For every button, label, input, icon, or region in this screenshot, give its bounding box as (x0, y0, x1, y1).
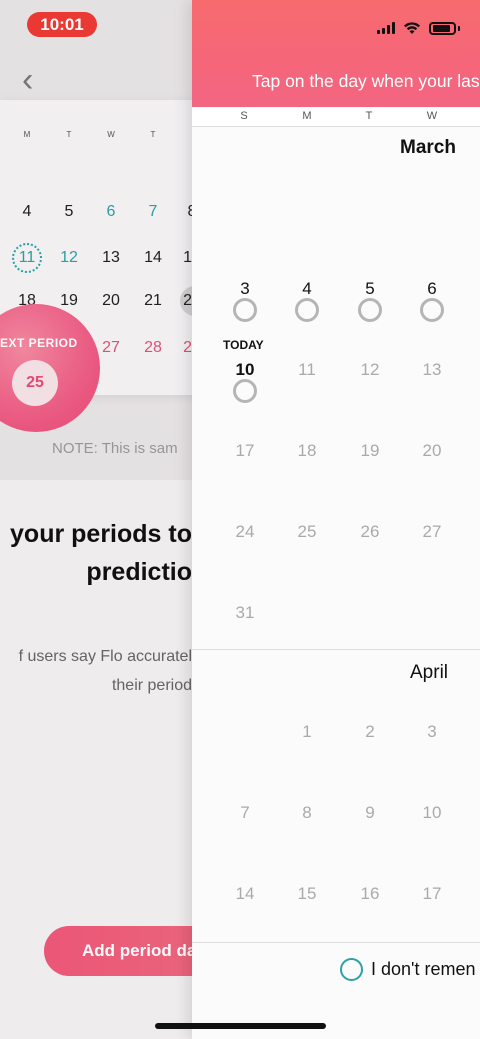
calendar-day[interactable]: 6 (412, 279, 452, 299)
weekday-header: S M T W (192, 107, 480, 127)
battery-nub (458, 25, 460, 31)
calendar-day: 2 (365, 722, 375, 741)
calendar-day: 13 (422, 360, 442, 379)
day-select-circle[interactable] (233, 379, 257, 403)
month-divider (192, 649, 480, 650)
calendar-day: 7 (240, 803, 250, 822)
day-select-circle[interactable] (295, 298, 319, 322)
wifi-icon (404, 22, 420, 34)
footer-divider (192, 942, 480, 943)
calendar-day: 15 (297, 884, 317, 903)
dont-remember-option[interactable]: I don't remen (340, 958, 476, 981)
period-date-picker-sheet: Tap on the day when your las S M T W Mar… (192, 0, 480, 1039)
calendar-day: 31 (235, 603, 255, 622)
day-select-circle[interactable] (233, 298, 257, 322)
calendar-day: 1 (302, 722, 312, 741)
calendar-day: 10 (422, 803, 442, 822)
calendar-day: 18 (297, 441, 317, 460)
day-select-circle[interactable] (358, 298, 382, 322)
battery-icon (429, 21, 456, 35)
calendar-day: 9 (365, 803, 375, 822)
calendar-day: 26 (360, 522, 380, 541)
calendar-day: 12 (360, 360, 380, 379)
calendar-day-today[interactable]: 10 (225, 360, 265, 380)
calendar-day: 25 (297, 522, 317, 541)
weekday-label: M (302, 110, 312, 122)
sheet-header: Tap on the day when your las (192, 0, 480, 107)
background-dim-overlay (0, 0, 192, 1039)
weekday-label: S (240, 110, 248, 122)
sheet-instruction: Tap on the day when your las (252, 71, 480, 91)
radio-circle-icon[interactable] (340, 958, 363, 981)
calendar-day[interactable]: 4 (287, 279, 327, 299)
calendar-day: 11 (298, 360, 316, 379)
home-indicator[interactable] (155, 1023, 326, 1029)
status-icons (377, 20, 460, 36)
calendar-day: 14 (235, 884, 255, 903)
calendar-day: 3 (427, 722, 437, 741)
calendar-day[interactable]: 3 (225, 279, 265, 299)
calendar-day: 17 (422, 884, 442, 903)
calendar-day: 24 (235, 522, 255, 541)
calendar-day: 8 (302, 803, 312, 822)
calendar-day[interactable]: 5 (350, 279, 390, 299)
calendar-day: 17 (235, 441, 255, 460)
cellular-signal-icon (377, 22, 395, 34)
month-title-march: March (400, 137, 456, 158)
calendar-day: 27 (422, 522, 442, 541)
dont-remember-label: I don't remen (371, 959, 476, 979)
weekday-label: W (426, 110, 438, 122)
calendar-day: 20 (422, 441, 442, 460)
today-label: TODAY (223, 338, 264, 352)
day-select-circle[interactable] (420, 298, 444, 322)
calendar-day: 19 (360, 441, 380, 460)
weekday-label: T (365, 110, 373, 122)
calendar-day: 16 (360, 884, 380, 903)
month-title-april: April (410, 662, 449, 683)
